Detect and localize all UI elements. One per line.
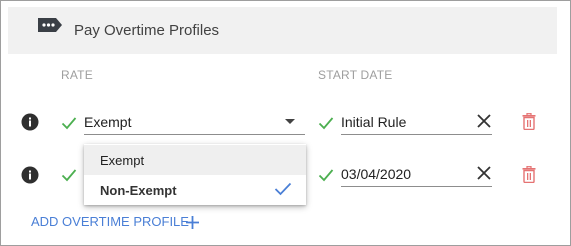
- message-dots-icon: [38, 18, 62, 32]
- close-icon[interactable]: [476, 113, 492, 129]
- rate-dropdown-menu: Exempt Non-Exempt: [84, 144, 306, 205]
- panel-header: Pay Overtime Profiles: [8, 7, 557, 54]
- start-date-value[interactable]: Initial Rule: [341, 114, 406, 130]
- pay-overtime-profiles-panel: Pay Overtime Profiles RATE START DATE Ex…: [0, 0, 571, 246]
- start-date-underline: [341, 134, 492, 135]
- check-icon: [61, 169, 77, 182]
- menu-option-label: Non-Exempt: [100, 183, 177, 198]
- start-date-value[interactable]: 03/04/2020: [341, 166, 411, 182]
- check-icon: [318, 169, 334, 182]
- check-icon: [61, 117, 77, 130]
- trash-icon[interactable]: [522, 113, 536, 130]
- chevron-down-icon[interactable]: [285, 119, 295, 124]
- info-icon[interactable]: [21, 113, 39, 131]
- start-date-column-header: START DATE: [318, 68, 393, 82]
- check-icon: [318, 117, 334, 130]
- menu-option-exempt[interactable]: Exempt: [84, 145, 306, 175]
- add-overtime-profile-button[interactable]: ADD OVERTIME PROFILE: [31, 214, 189, 229]
- info-icon[interactable]: [21, 166, 39, 184]
- trash-icon[interactable]: [522, 166, 536, 183]
- start-date-underline: [341, 186, 492, 187]
- menu-option-label: Exempt: [100, 153, 145, 168]
- rate-select-value[interactable]: Exempt: [84, 114, 131, 130]
- close-icon[interactable]: [476, 165, 492, 181]
- rate-column-header: RATE: [61, 68, 93, 82]
- checkmark-icon: [274, 182, 292, 196]
- rate-select-underline: [84, 134, 305, 135]
- plus-icon[interactable]: [185, 215, 200, 230]
- menu-option-non-exempt[interactable]: Non-Exempt: [84, 175, 306, 205]
- page-title: Pay Overtime Profiles: [74, 22, 220, 39]
